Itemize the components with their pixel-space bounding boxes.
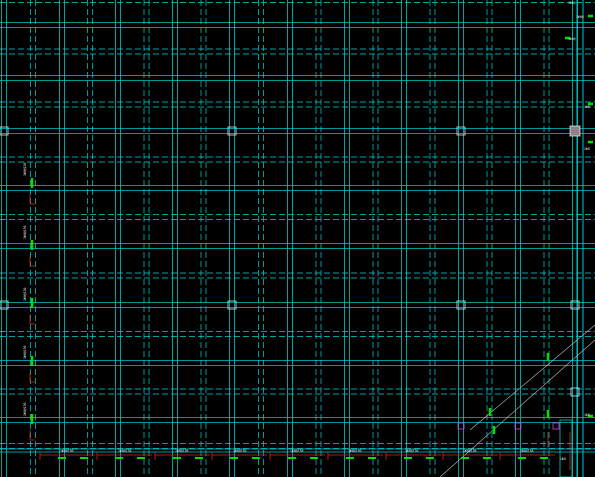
annotation-left-2: 1Φ8@150 (23, 225, 27, 239)
annotation-bottom-9: 1Φ8@150 (520, 449, 534, 453)
annotation-right-top-3: 1Φ8@ (568, 37, 576, 41)
annotation-bottom-7: 1Φ8@150 (405, 449, 419, 453)
columns-layer (0, 125, 581, 477)
annotation-bottom-4: 1Φ8@150 (233, 449, 247, 453)
annotation-left-4: 1Φ8@150 (23, 345, 27, 359)
annotation-bottom-3: 1Φ8@150 (175, 449, 189, 453)
annotation-right-low-1: 1Φ8 (584, 413, 590, 417)
pile-cap (552, 422, 560, 430)
annotation-left-3: 1Φ8@150 (23, 287, 27, 301)
grid-lines-layer (0, 0, 595, 477)
drawing-canvas[interactable]: 1Φ8@ 1Φ8@ 1Φ8@ 1Φ8 2Φ8 1Φ8 1Φ8@150 1Φ8@1… (0, 0, 595, 477)
annotation-right-top-2: 1Φ8@ (576, 15, 584, 19)
cad-drawing-viewport[interactable]: 1Φ8@ 1Φ8@ 1Φ8@ 1Φ8 2Φ8 1Φ8 1Φ8@150 1Φ8@1… (0, 0, 595, 477)
annotation-bottom-1: 1Φ8@150 (60, 449, 74, 453)
annotation-right-mid-1: 1Φ8 (584, 105, 590, 109)
annotation-corner: 1Φ8 (560, 457, 566, 461)
annotation-bottom-6: 1Φ8@150 (348, 449, 362, 453)
annotation-left-5: 1Φ8@150 (23, 402, 27, 416)
annotation-bottom-5: 1Φ8@150 (290, 449, 304, 453)
annotation-bottom-8: 1Φ8@150 (463, 449, 477, 453)
rebar-layer (29, 14, 593, 470)
annotation-right-mid-2: 2Φ8 (584, 147, 590, 151)
annotation-text-layer: 1Φ8@ 1Φ8@ 1Φ8@ 1Φ8 2Φ8 1Φ8 1Φ8@150 1Φ8@1… (23, 1, 590, 461)
column (569, 125, 581, 137)
annotation-left-1: 1Φ8@150 (23, 162, 27, 176)
annotation-right-top-1: 1Φ8@ (568, 1, 576, 5)
annotation-bottom-2: 1Φ8@150 (118, 449, 132, 453)
